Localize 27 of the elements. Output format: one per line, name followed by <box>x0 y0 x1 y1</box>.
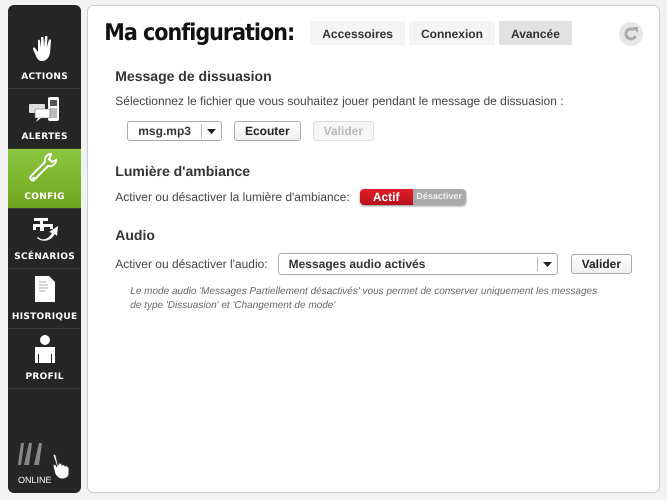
description-text: Sélectionnez le fichier que vous souhaitez jouer pendant le message de dissuasion : <box>115 94 565 108</box>
nav-item[interactable]: SCÉNARIOS <box>8 209 82 269</box>
field-label: Activer ou désactiver la lumière d'ambiance: <box>115 190 350 204</box>
nav-item[interactable]: ACTIONS <box>8 29 82 89</box>
page-title: Ma configuration: <box>104 20 294 46</box>
audio-dropdown[interactable]: Messages audio activés <box>278 253 558 275</box>
chat-phone-icon <box>28 94 62 122</box>
action-button[interactable]: Valider <box>570 254 632 274</box>
section-heading: Lumière d'ambiance <box>115 163 252 179</box>
tab[interactable]: Connexion <box>408 21 495 45</box>
caret-icon <box>542 262 552 266</box>
tab[interactable]: Accessoires <box>310 21 405 45</box>
field-label: Activer ou désactiver l'audio: <box>115 257 268 271</box>
logo-text: ONLINE <box>18 475 52 485</box>
person-icon <box>34 334 56 362</box>
info-note: Le mode audio 'Messages Partiellement désactivés' vous permet de conserver uniquement les messages de type 'Dissuasion' et 'Changement de mode' <box>130 285 598 313</box>
nav-item[interactable]: HISTORIQUE <box>8 269 82 329</box>
document-icon <box>34 276 55 302</box>
caret-icon <box>206 128 216 134</box>
section-heading: Message de dissuasion <box>115 68 273 84</box>
tab[interactable]: Avancée <box>498 21 572 45</box>
refresh-icon[interactable] <box>619 22 643 46</box>
action-button[interactable]: Ecouter <box>234 121 301 141</box>
section-heading: Audio <box>115 227 156 243</box>
nav-item[interactable]: PROFIL <box>8 329 82 389</box>
file-dropdown[interactable]: msg.mp3 <box>127 121 222 141</box>
toggle-option[interactable]: Actif <box>360 189 413 205</box>
